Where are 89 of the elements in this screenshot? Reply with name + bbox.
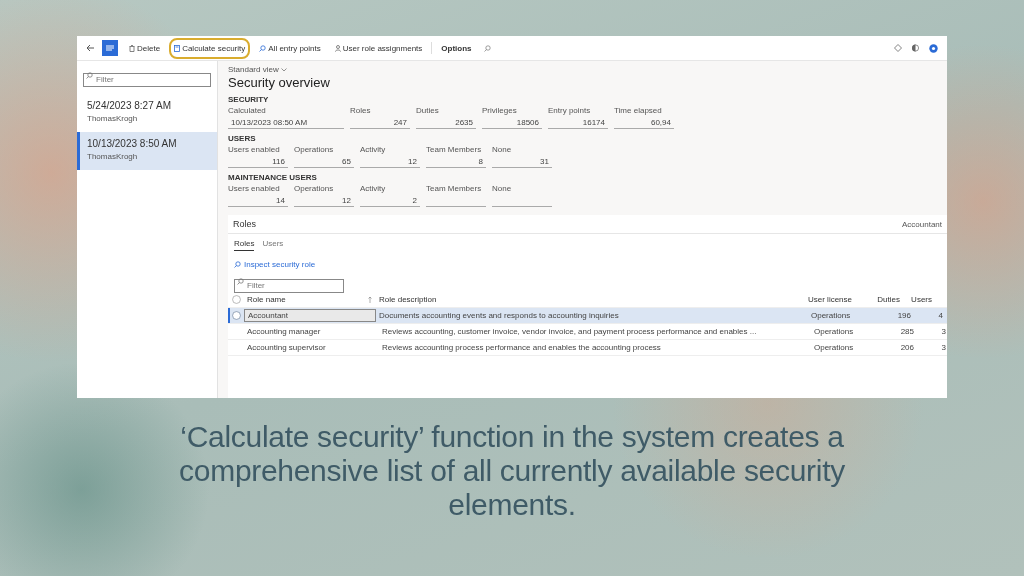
sort-arrow-icon bbox=[368, 296, 372, 303]
field-label: Duties bbox=[416, 106, 440, 115]
field-value: 12 bbox=[360, 156, 420, 168]
field-value: 2 bbox=[360, 195, 420, 207]
column-header[interactable]: User license bbox=[808, 295, 852, 304]
list-item[interactable]: 5/24/2023 8:27 AM ThomasKrogh bbox=[77, 93, 217, 132]
table-cell-text: Documents accounting events and responds to accounting inquiries bbox=[378, 310, 620, 320]
list-item[interactable]: 10/13/2023 8:50 AM ThomasKrogh bbox=[77, 131, 217, 170]
table-cell-text: Accounting supervisor bbox=[246, 342, 327, 352]
menu-button[interactable] bbox=[102, 40, 118, 56]
tab[interactable]: Users bbox=[262, 239, 284, 251]
table-cell: Accountant bbox=[244, 308, 376, 322]
toolbar-button[interactable]: All entry points bbox=[254, 39, 326, 57]
field-value: 60,94 bbox=[614, 117, 674, 129]
column-header[interactable]: Duties bbox=[877, 295, 900, 304]
caption: ‘Calculate security’ function in the system creates a comprehensive list of all currently available security elements. bbox=[178, 420, 846, 522]
row-radio[interactable] bbox=[231, 310, 241, 320]
trash-icon bbox=[129, 44, 135, 52]
search-icon bbox=[86, 71, 93, 79]
back-arrow-icon[interactable] bbox=[86, 44, 95, 52]
field-label: None bbox=[492, 184, 513, 193]
table-cell-text: Accounting manager bbox=[246, 326, 322, 336]
notification-icon[interactable] bbox=[929, 43, 938, 53]
table-cell-text: Operations bbox=[813, 342, 855, 352]
table-cell-text: Operations bbox=[810, 310, 852, 320]
half-circle-icon[interactable] bbox=[912, 44, 919, 52]
table-cell-text: 285 bbox=[899, 326, 914, 336]
table-cell-text: 4 bbox=[937, 310, 943, 320]
column-header[interactable]: Role description bbox=[379, 295, 437, 304]
field-label: Privileges bbox=[482, 106, 518, 115]
chevron-down-icon bbox=[280, 67, 287, 72]
toolbar-button[interactable]: User role assignments bbox=[329, 39, 428, 57]
field-label: Users enabled bbox=[228, 145, 281, 154]
field-value: 31 bbox=[492, 156, 552, 168]
field-value: 10/13/2023 08:50 AM bbox=[228, 117, 344, 129]
field-label: Operations bbox=[294, 184, 335, 193]
table-cell-text: Reviews accounting, customer invoice, vendor invoice, and payment process performance and enables ... bbox=[381, 326, 758, 336]
table-cell-text: Reviews accounting process performance and enables the accounting process bbox=[381, 342, 662, 352]
field-value: 12 bbox=[294, 195, 354, 207]
section-heading: USERS bbox=[228, 134, 256, 143]
field-label: Team Members bbox=[426, 184, 483, 193]
field-value: 116 bbox=[228, 156, 288, 168]
view-selector[interactable]: Standard view bbox=[228, 65, 287, 74]
filter-field[interactable]: Filter bbox=[83, 72, 211, 87]
search-icon[interactable] bbox=[483, 44, 491, 52]
filter-field[interactable]: Filter bbox=[234, 278, 344, 293]
field-value: 8 bbox=[426, 156, 486, 168]
field-label: Activity bbox=[360, 184, 387, 193]
table-cell-text: 196 bbox=[896, 310, 911, 320]
field-value: 247 bbox=[350, 117, 410, 129]
toolbar-button[interactable]: Delete bbox=[124, 39, 166, 57]
section-heading: MAINTENANCE USERS bbox=[228, 173, 317, 182]
search-icon bbox=[259, 44, 267, 52]
table-cell-text: Operations bbox=[813, 326, 855, 336]
table-cell-text: 3 bbox=[940, 326, 946, 336]
search-icon bbox=[237, 277, 244, 285]
calculator-icon bbox=[174, 44, 181, 52]
field-value: 65 bbox=[294, 156, 354, 168]
panel-context: Accountant bbox=[901, 219, 942, 229]
panel-title: Roles bbox=[233, 219, 256, 229]
table-cell-text: 206 bbox=[899, 342, 914, 352]
field-value: 18506 bbox=[482, 117, 542, 129]
search-icon bbox=[234, 261, 241, 268]
toolbar-button[interactable]: Options bbox=[436, 39, 477, 57]
field-label: Team Members bbox=[426, 145, 483, 154]
field-value: 16174 bbox=[548, 117, 608, 129]
field-label: Operations bbox=[294, 145, 335, 154]
toolbar-button[interactable]: Calculate security bbox=[169, 37, 251, 59]
field-label: Entry points bbox=[548, 106, 592, 115]
diamond-icon[interactable] bbox=[894, 44, 902, 52]
person-icon bbox=[334, 44, 341, 52]
field-label: Calculated bbox=[228, 106, 267, 115]
field-label: Activity bbox=[360, 145, 387, 154]
column-header[interactable]: Users bbox=[911, 295, 932, 304]
table-cell-text: 3 bbox=[940, 342, 946, 352]
tab[interactable]: Roles bbox=[234, 239, 255, 251]
table-row[interactable]: Accounting manager Reviews accounting, customer invoice, vendor invoice, and payment process performance and enables ... Operations 285 3 bbox=[228, 323, 947, 340]
field-label: Roles bbox=[350, 106, 372, 115]
select-all-radio[interactable] bbox=[231, 295, 241, 304]
table-row[interactable]: Accounting supervisor Reviews accounting process performance and enables the accounting process Operations 206 3 bbox=[228, 339, 947, 356]
field-value: 2635 bbox=[416, 117, 476, 129]
field-label: None bbox=[492, 145, 513, 154]
page-title: Security overview bbox=[228, 75, 330, 90]
field-value: 14 bbox=[228, 195, 288, 207]
section-heading: SECURITY bbox=[228, 95, 269, 104]
inspect-button[interactable]: Inspect security role bbox=[234, 260, 316, 269]
field-label: Users enabled bbox=[228, 184, 281, 193]
column-header[interactable]: Role name bbox=[247, 295, 286, 304]
field-label: Time elapsed bbox=[614, 106, 663, 115]
